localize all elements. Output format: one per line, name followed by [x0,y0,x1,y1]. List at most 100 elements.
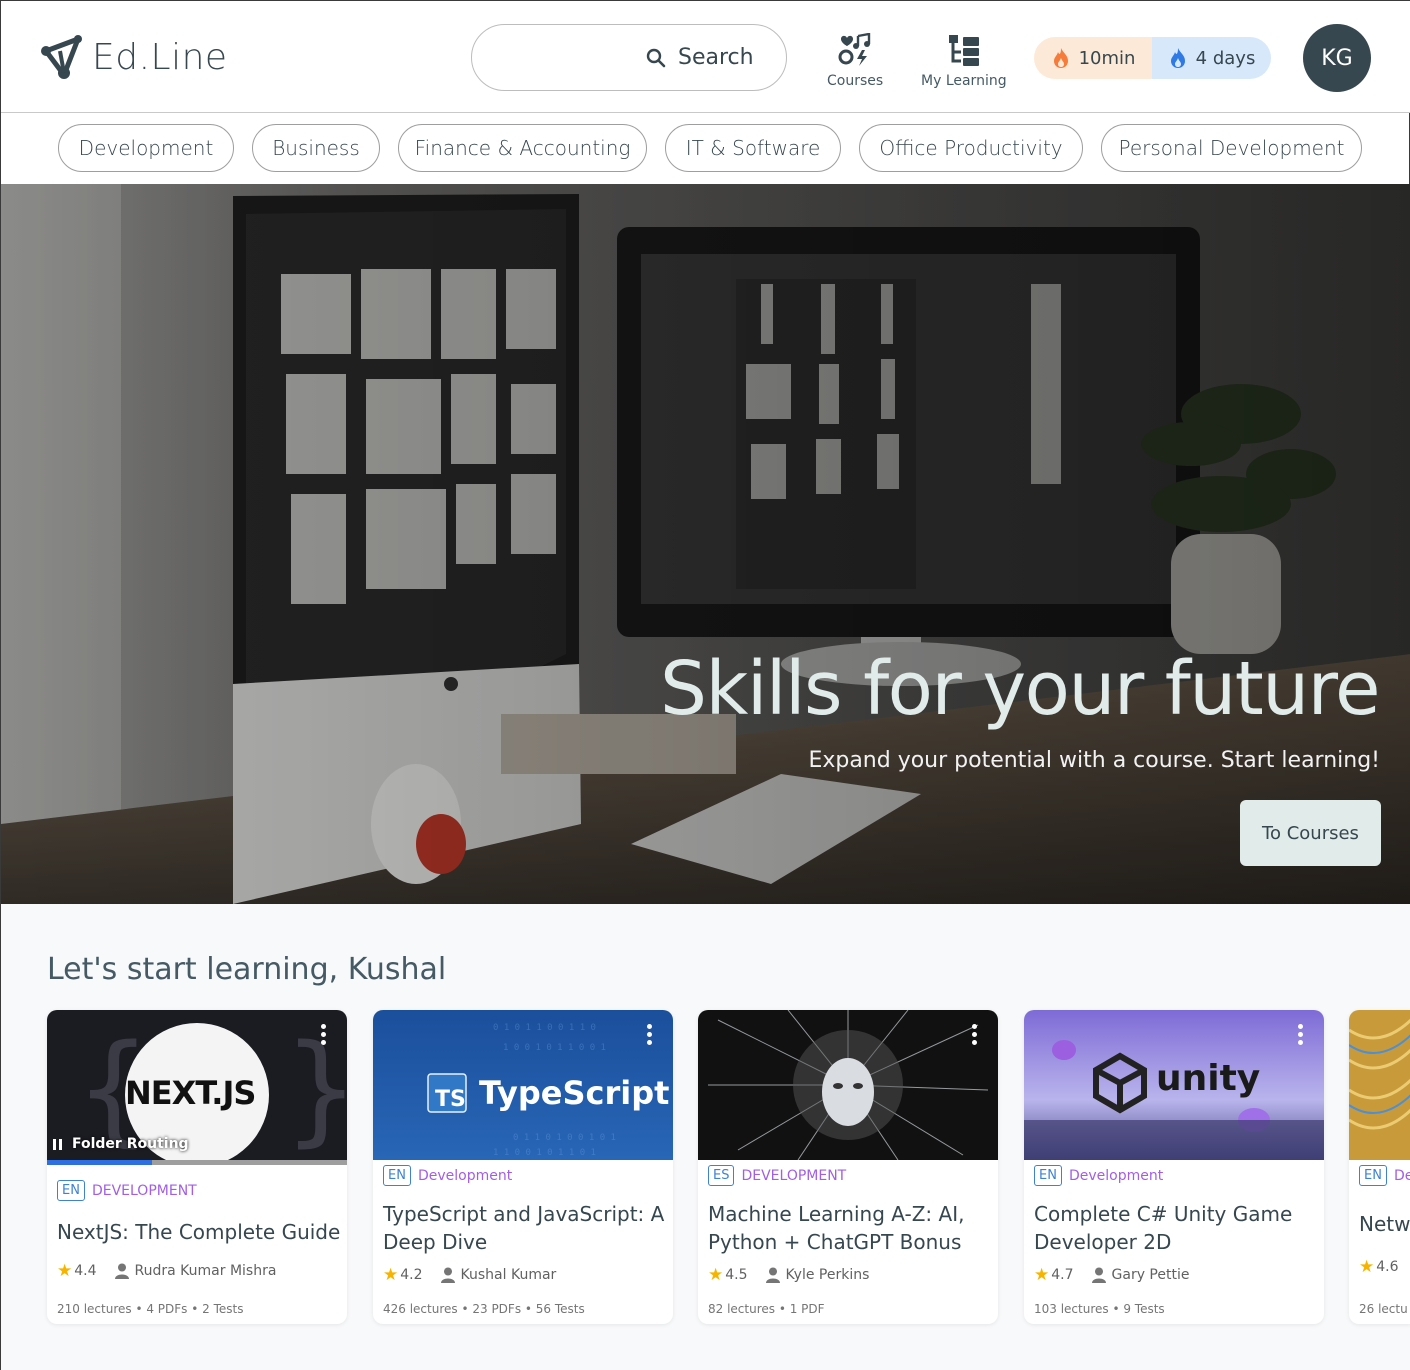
learning-heading: Let's start learning, Kushal [47,952,447,987]
course-meta: ES DEVELOPMENT [708,1165,846,1186]
category-chip-personal-development[interactable]: Personal Development [1101,124,1362,172]
ai-face-thumbnail-image [698,1010,998,1160]
courses-icon [838,33,871,66]
course-thumbnail: 0 1 0 1 1 0 0 1 1 0 1 0 0 1 0 1 1 0 0 1 … [373,1010,673,1160]
course-stats: ★ 4.2 Kushal Kumar [383,1265,556,1285]
course-card-typescript[interactable]: 0 1 0 1 1 0 0 1 1 0 1 0 0 1 0 1 1 0 0 1 … [373,1010,673,1324]
star-icon: ★ [383,1265,399,1285]
brand-logo[interactable]: Ed.Line [38,33,228,81]
course-details: 426 lectures • 23 PDFs • 56 Tests [383,1302,585,1316]
course-rating: 4.4 [74,1263,97,1279]
course-instructor[interactable]: Rudra Kumar Mishra [135,1263,277,1279]
course-meta: EN Development [383,1165,512,1186]
nav-my-learning[interactable]: My Learning [921,33,1007,89]
course-instructor[interactable]: Gary Pettie [1112,1267,1190,1283]
logo-icon [41,35,82,79]
svg-text:}: } [283,1020,347,1159]
hero-subtitle: Expand your potential with a course. Sta… [808,748,1380,773]
learning-section: Let's start learning, Kushal { } NEXT.JS… [1,904,1410,1370]
brand-name: Ed.Line [92,36,228,78]
instructor-icon [440,1267,455,1283]
course-instructor[interactable]: Kushal Kumar [461,1267,557,1283]
to-courses-button[interactable]: To Courses [1240,800,1381,866]
course-title[interactable]: Machine Learning A-Z: AI, Python + ChatG… [708,1200,993,1256]
course-progress-bar [47,1160,347,1165]
current-chapter-title: Folder Routing [72,1136,189,1152]
streak-days: 4 days [1152,37,1271,79]
water-drop-icon [1170,48,1185,68]
user-avatar[interactable]: KG [1303,24,1371,92]
svg-text:1 0 0 1 0 1 1 0 0 1: 1 0 0 1 0 1 1 0 0 1 [503,1043,606,1053]
study-time: 10min [1034,37,1152,79]
unity-logo-text: unity [1156,1058,1261,1099]
top-header: Ed.Line Courses My Learning [1,1,1410,113]
course-rating: 4.5 [725,1267,748,1283]
language-badge: EN [57,1180,85,1201]
nextjs-logo-text: NEXT.JS [125,1074,256,1112]
search-bar[interactable] [471,24,787,91]
nav-courses-label: Courses [827,73,884,89]
language-badge: EN [1359,1165,1387,1186]
hero-banner: Skills for your future Expand your poten… [1,184,1410,904]
star-icon: ★ [1359,1257,1375,1277]
svg-text:TS: TS [435,1087,466,1112]
nav-courses[interactable]: Courses [827,33,883,89]
course-thumbnail: unity [1024,1010,1324,1160]
more-options-icon[interactable] [645,1024,653,1048]
course-progress-fill [47,1160,152,1165]
course-title[interactable]: NextJS: The Complete Guide [57,1218,342,1246]
nav-my-learning-label: My Learning [921,73,1007,89]
hero-title: Skills for your future [660,646,1380,732]
more-options-icon[interactable] [970,1024,978,1048]
pause-icon[interactable] [53,1138,62,1150]
more-options-icon[interactable] [319,1024,327,1048]
course-stats: ★ 4.7 Gary Pettie [1034,1265,1189,1285]
course-card-machine-learning[interactable]: ES DEVELOPMENT Machine Learning A-Z: AI,… [698,1010,998,1324]
star-icon: ★ [1034,1265,1050,1285]
course-card-nextjs[interactable]: { } NEXT.JS Folder Routing EN DEVELOPMEN… [47,1010,347,1324]
course-meta: EN De [1359,1165,1410,1186]
course-stats: ★ 4.5 Kyle Perkins [708,1265,869,1285]
category-chip-office-productivity[interactable]: Office Productivity [859,124,1083,172]
course-category: Development [1068,1167,1164,1184]
course-details: 103 lectures • 9 Tests [1034,1302,1165,1316]
course-meta: EN Development [1034,1165,1163,1186]
star-icon: ★ [57,1261,73,1281]
course-stats: ★ 4.6 [1359,1257,1399,1277]
course-meta: EN DEVELOPMENT [57,1180,197,1201]
course-category: De [1393,1167,1410,1184]
course-title[interactable]: Netw [1359,1210,1410,1238]
streak-widget[interactable]: 10min 4 days [1034,37,1271,79]
streak-days-value: 4 days [1195,47,1256,69]
course-thumbnail [698,1010,998,1160]
course-card-networking-partial[interactable]: EN De Netw ★ 4.6 26 lectu [1349,1010,1410,1324]
hero-image [1,184,1410,904]
course-stats: ★ 4.4 Rudra Kumar Mishra [57,1261,276,1281]
instructor-icon [765,1267,780,1283]
typescript-logo-text: TypeScript [479,1074,670,1112]
category-chip-finance-accounting[interactable]: Finance & Accounting [398,124,647,172]
course-details: 26 lectu [1359,1302,1408,1316]
course-thumbnail: { } NEXT.JS Folder Routing [47,1010,347,1160]
category-chip-it-software[interactable]: IT & Software [665,124,841,172]
svg-text:0 1 0 1 1 0 0 1 1 0: 0 1 0 1 1 0 0 1 1 0 [493,1023,596,1033]
language-badge: ES [708,1165,735,1186]
flame-icon [1053,48,1068,68]
search-input[interactable] [678,45,756,70]
category-chip-development[interactable]: Development [58,124,234,172]
language-badge: EN [1034,1165,1062,1186]
course-title[interactable]: Complete C# Unity Game Developer 2D [1034,1200,1319,1256]
course-instructor[interactable]: Kyle Perkins [786,1267,870,1283]
course-card-unity[interactable]: unity EN Development Complete C# Unity G… [1024,1010,1324,1324]
instructor-icon [114,1263,129,1279]
course-rating: 4.7 [1051,1267,1074,1283]
course-category: DEVELOPMENT [741,1167,847,1184]
course-rating: 4.2 [400,1267,423,1283]
category-chip-business[interactable]: Business [252,124,380,172]
language-badge: EN [383,1165,411,1186]
course-category: DEVELOPMENT [91,1182,197,1199]
current-chapter: Folder Routing [53,1136,189,1152]
course-rating: 4.6 [1376,1259,1399,1275]
more-options-icon[interactable] [1296,1024,1304,1048]
course-title[interactable]: TypeScript and JavaScript: A Deep Dive [383,1200,668,1256]
